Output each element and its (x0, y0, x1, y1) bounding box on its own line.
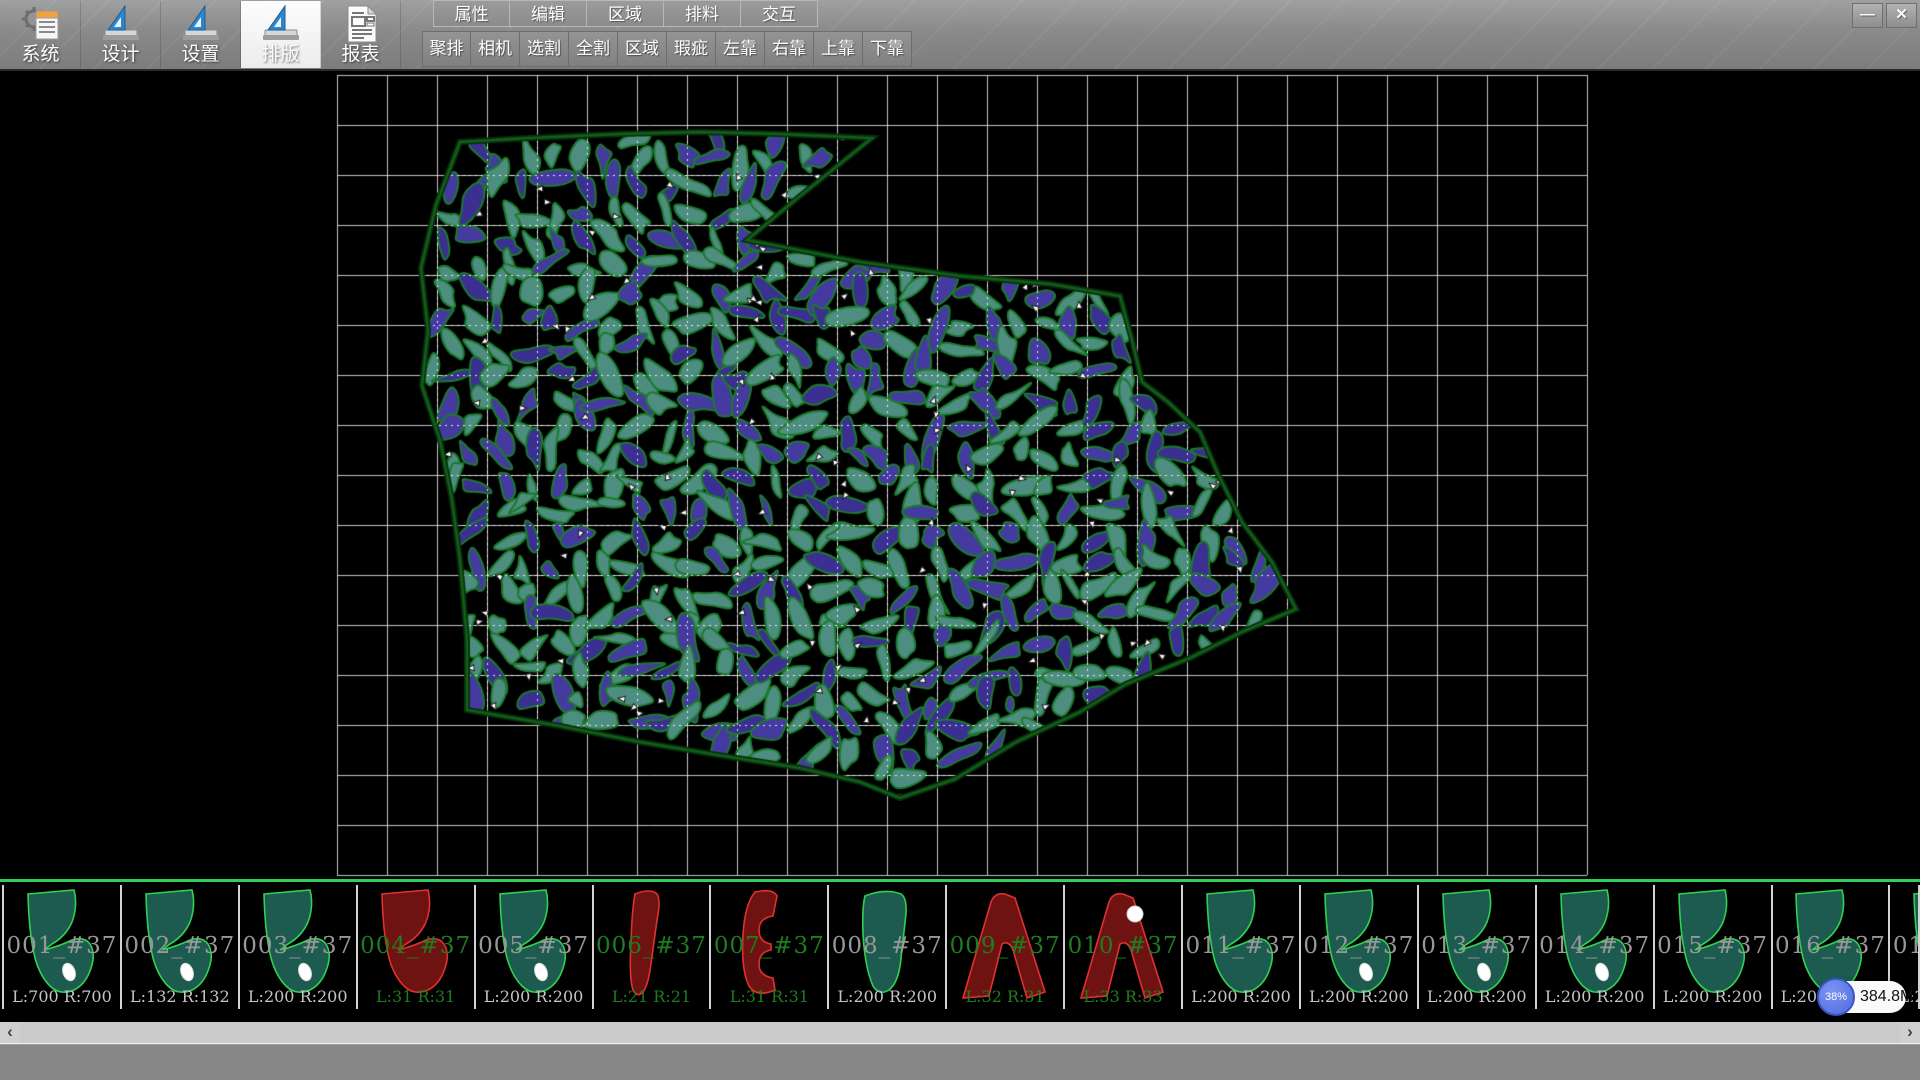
hide-thumbnail-004_#37[interactable]: 004_#37 L:31 R:31 (356, 885, 474, 1009)
hide-thumbnail-name: 015_#37 (1655, 933, 1771, 959)
action-button-6[interactable]: 瑕疵 (667, 31, 716, 67)
hide-thumbnail-name: 008_#37 (829, 933, 945, 959)
hide-thumbnail-006_#37[interactable]: 006_#37 L:21 R:21 (592, 885, 710, 1009)
hide-thumbnail-lr-count: L:32 R:31 (947, 987, 1063, 1006)
toolbar-button-4[interactable]: 排版 (241, 1, 321, 68)
menu-bar: 属性编辑区域排料交互 (433, 0, 818, 29)
hide-thumbnail-name: 006_#37 (594, 933, 710, 959)
hide-thumbnail-name: 004_#37 (358, 933, 474, 959)
application-window: 系统 设计 设置 排版 报表 属性编辑区域排料交互 聚排相机选割全割区域瑕疵左靠… (0, 0, 1920, 1080)
action-button-10[interactable]: 下靠 (863, 31, 912, 67)
hide-thumbnail-002_#37[interactable]: 002_#37 L:132 R:132 (120, 885, 238, 1009)
menu-tab-4[interactable]: 排料 (664, 0, 741, 27)
hide-thumbnail-name: 009_#37 (947, 933, 1063, 959)
hide-thumbnail-name: 013_#37 (1419, 933, 1535, 959)
hide-thumbnail-005_#37[interactable]: 005_#37 L:200 R:200 (474, 885, 592, 1009)
hide-thumbnail-lr-count: L:200 R:200 (476, 987, 592, 1006)
hide-thumbnail-lr-count: L:200 R:200 (240, 987, 356, 1006)
hide-thumbnail-lr-count: L:21 R:21 (594, 987, 710, 1006)
hide-thumbnail-001_#37[interactable]: 001_#37 L:700 R:700 (2, 885, 120, 1009)
action-button-4[interactable]: 全割 (569, 31, 618, 67)
main-toolbar: 系统 设计 设置 排版 报表 (1, 1, 401, 68)
action-button-2[interactable]: 相机 (471, 31, 520, 67)
menu-tab-3[interactable]: 区域 (587, 0, 664, 27)
hide-filmstrip: 001_#37 L:700 R:700 002_#37 L:132 R:132 … (0, 879, 1920, 1022)
hide-thumbnail-name: 016_#37 (1773, 933, 1889, 959)
hide-thumbnail-name: 011_#37 (1183, 933, 1299, 959)
hide-thumbnail-name: 012_#37 (1301, 933, 1417, 959)
hide-thumbnail-011_#37[interactable]: 011_#37 L:200 R:200 (1181, 885, 1299, 1009)
hide-thumbnail-lr-count: L:132 R:132 (122, 987, 238, 1006)
minimize-button[interactable]: — (1852, 3, 1883, 28)
hide-thumbnail-013_#37[interactable]: 013_#37 L:200 R:200 (1417, 885, 1535, 1009)
action-button-9[interactable]: 上靠 (814, 31, 863, 67)
memory-percent-bubble: 38% (1817, 978, 1855, 1016)
toolbar-button-label: 系统 (1, 39, 80, 66)
window-controls: — ✕ (1852, 3, 1917, 28)
hide-thumbnail-name: 017_#37 (1890, 933, 1920, 959)
hide-thumbnail-lr-count: L:200 R:200 (1183, 987, 1299, 1006)
hide-thumbnail-010_#37[interactable]: 010_#37 L:33 R:33 (1063, 885, 1181, 1009)
hide-thumbnail-lr-count: L:31 R:31 (358, 987, 474, 1006)
action-toolbar: 聚排相机选割全割区域瑕疵左靠右靠上靠下靠 (422, 31, 912, 67)
status-strip (0, 1044, 1920, 1080)
hide-thumbnail-014_#37[interactable]: 014_#37 L:200 R:200 (1535, 885, 1653, 1009)
hide-thumbnail-list: 001_#37 L:700 R:700 002_#37 L:132 R:132 … (0, 885, 1920, 1009)
menu-tab-5[interactable]: 交互 (741, 0, 818, 27)
hide-thumbnail-lr-count: L:200 R:200 (1301, 987, 1417, 1006)
action-button-3[interactable]: 选割 (520, 31, 569, 67)
filmstrip-divider-line (0, 879, 1920, 882)
hide-thumbnail-name: 002_#37 (122, 933, 238, 959)
hide-thumbnail-lr-count: L:33 R:33 (1065, 987, 1181, 1006)
hide-thumbnail-lr-count: L:200 R:200 (1419, 987, 1535, 1006)
hide-thumbnail-009_#37[interactable]: 009_#37 L:32 R:31 (945, 885, 1063, 1009)
toolbar-button-5[interactable]: 报表 (321, 1, 401, 68)
hide-thumbnail-007_#37[interactable]: 007_#37 L:31 R:31 (709, 885, 827, 1009)
hide-thumbnail-name: 007_#37 (711, 933, 827, 959)
toolbar-button-1[interactable]: 系统 (1, 1, 81, 68)
action-button-7[interactable]: 左靠 (716, 31, 765, 67)
titlebar: 系统 设计 设置 排版 报表 属性编辑区域排料交互 聚排相机选割全割区域瑕疵左靠… (0, 0, 1920, 71)
hide-thumbnail-name: 003_#37 (240, 933, 356, 959)
action-button-5[interactable]: 区域 (618, 31, 667, 67)
hide-thumbnail-lr-count: L:200 R:200 (1655, 987, 1771, 1006)
hide-thumbnail-lr-count: L:700 R:700 (4, 987, 120, 1006)
toolbar-button-label: 设置 (161, 39, 240, 66)
memory-badge: 38% 384.8M (1820, 981, 1906, 1013)
hide-thumbnail-name: 014_#37 (1537, 933, 1653, 959)
action-button-8[interactable]: 右靠 (765, 31, 814, 67)
hide-thumbnail-name: 001_#37 (4, 933, 120, 959)
hide-thumbnail-name: 010_#37 (1065, 933, 1181, 959)
hide-thumbnail-lr-count: L:200 R:200 (829, 987, 945, 1006)
hide-thumbnail-name: 005_#37 (476, 933, 592, 959)
action-button-1[interactable]: 聚排 (422, 31, 471, 67)
toolbar-button-label: 设计 (81, 39, 160, 66)
hide-thumbnail-012_#37[interactable]: 012_#37 L:200 R:200 (1299, 885, 1417, 1009)
menu-tab-2[interactable]: 编辑 (510, 0, 587, 27)
scroll-left-arrow-icon[interactable]: ‹ (0, 1022, 20, 1043)
horizontal-scrollbar[interactable]: ‹ › (0, 1022, 1920, 1044)
hide-thumbnail-008_#37[interactable]: 008_#37 L:200 R:200 (827, 885, 945, 1009)
memory-size-label: 384.8M (1860, 981, 1913, 1013)
nesting-canvas[interactable] (0, 69, 1920, 879)
hide-thumbnail-lr-count: L:200 R:200 (1537, 987, 1653, 1006)
close-button[interactable]: ✕ (1886, 3, 1917, 28)
toolbar-button-label: 报表 (321, 39, 400, 66)
toolbar-button-label: 排版 (241, 39, 320, 66)
toolbar-button-3[interactable]: 设置 (161, 1, 241, 68)
hide-thumbnail-lr-count: L:31 R:31 (711, 987, 827, 1006)
hide-thumbnail-003_#37[interactable]: 003_#37 L:200 R:200 (238, 885, 356, 1009)
toolbar-button-2[interactable]: 设计 (81, 1, 161, 68)
menu-tab-1[interactable]: 属性 (433, 0, 510, 27)
hide-thumbnail-015_#37[interactable]: 015_#37 L:200 R:200 (1653, 885, 1771, 1009)
scroll-right-arrow-icon[interactable]: › (1900, 1022, 1920, 1043)
